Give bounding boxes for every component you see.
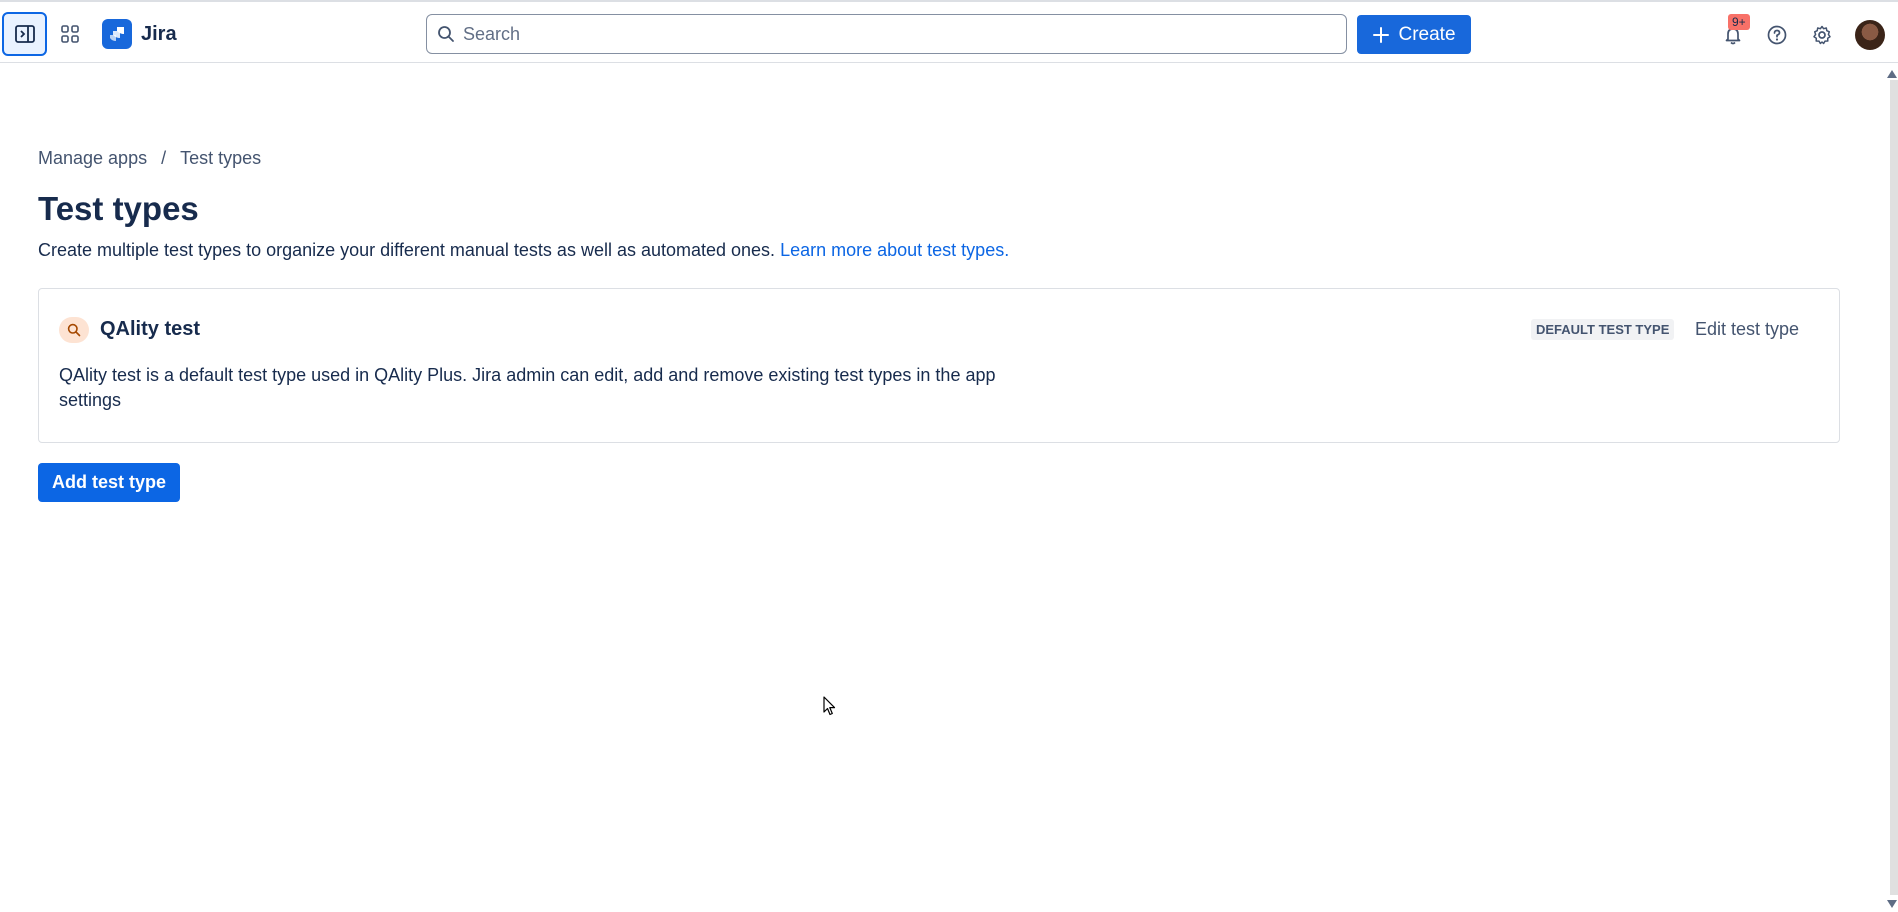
gear-icon [1813,25,1831,45]
top-navigation: Jira Create 9+ [0,0,1898,63]
learn-more-link[interactable]: Learn more about test types. [780,240,1009,260]
sidebar-toggle-button[interactable] [2,12,47,56]
help-button[interactable] [1761,19,1793,51]
jira-logo[interactable]: Jira [102,19,177,49]
test-type-name: QAlity test [100,318,201,340]
mouse-pointer-icon [823,696,836,716]
user-avatar[interactable] [1855,20,1885,50]
settings-button[interactable] [1806,19,1838,51]
create-button[interactable]: Create [1357,15,1471,54]
search-icon [67,323,81,337]
grid-icon [61,25,79,43]
test-type-card: QAlity test DEFAULT TEST TYPE Edit test … [38,288,1840,443]
add-test-type-button[interactable]: Add test type [38,463,180,502]
jira-logo-icon [102,19,132,49]
page-description: Create multiple test types to organize y… [38,240,1009,261]
breadcrumb-item-test-types[interactable]: Test types [180,148,261,169]
search-bar[interactable] [426,14,1347,54]
search-icon [438,26,454,42]
default-test-type-badge: DEFAULT TEST TYPE [1531,319,1675,340]
scrollbar-thumb[interactable] [1890,80,1898,895]
breadcrumb-item-manage-apps[interactable]: Manage apps [38,148,147,169]
scroll-down-arrow-icon[interactable] [1887,900,1897,908]
plus-icon [1373,26,1390,43]
breadcrumb: Manage apps / Test types [38,148,261,169]
search-input[interactable] [463,23,1323,45]
notifications-count-badge: 9+ [1728,14,1750,30]
test-type-description: QAlity test is a default test type used … [59,365,996,410]
scroll-up-arrow-icon[interactable] [1887,70,1897,78]
help-icon [1767,25,1787,45]
app-switcher-button[interactable] [54,18,86,50]
edit-test-type-button[interactable]: Edit test type [1695,319,1799,340]
page-title: Test types [38,190,199,227]
intro-text: Create multiple test types to organize y… [38,240,776,260]
breadcrumb-separator: / [161,148,167,168]
sidebar-expand-icon [14,25,35,43]
app-name: Jira [141,22,177,45]
test-type-icon [59,317,89,343]
create-button-label: Create [1398,23,1456,45]
